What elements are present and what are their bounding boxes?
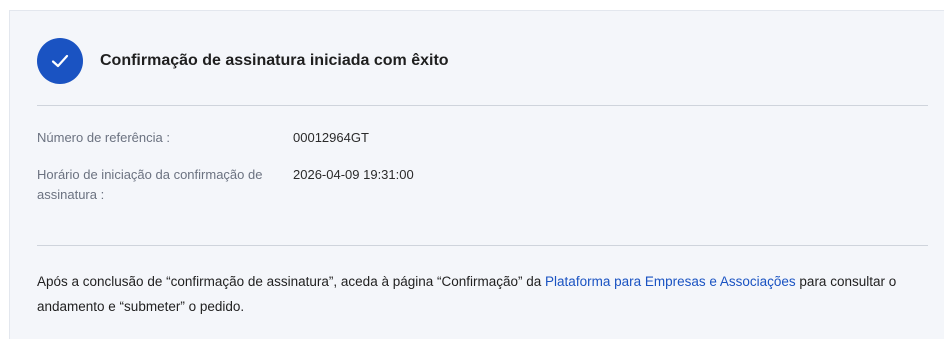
divider bbox=[37, 105, 928, 106]
reference-number-value: 00012964GT bbox=[293, 130, 369, 145]
notice-text-before: Após a conclusão de “confirmação de assi… bbox=[37, 274, 546, 289]
check-circle-icon bbox=[37, 38, 83, 84]
business-platform-link[interactable]: Plataforma para Empresas e Associações bbox=[545, 274, 796, 289]
success-header: Confirmação de assinatura iniciada com ê… bbox=[37, 38, 449, 84]
page-title: Confirmação de assinatura iniciada com ê… bbox=[100, 52, 449, 69]
initiation-time-row: Horário de iniciação da confirmação de a… bbox=[37, 165, 414, 205]
checkmark-icon bbox=[51, 54, 69, 68]
instruction-text: Após a conclusão de “confirmação de assi… bbox=[37, 269, 917, 319]
divider bbox=[37, 245, 928, 246]
reference-number-row: Número de referência : 00012964GT bbox=[37, 128, 369, 148]
initiation-time-label: Horário de iniciação da confirmação de a… bbox=[37, 167, 263, 202]
reference-number-label: Número de referência : bbox=[37, 130, 170, 145]
result-panel: Confirmação de assinatura iniciada com ê… bbox=[9, 10, 944, 339]
initiation-time-value: 2026-04-09 19:31:00 bbox=[293, 167, 414, 182]
